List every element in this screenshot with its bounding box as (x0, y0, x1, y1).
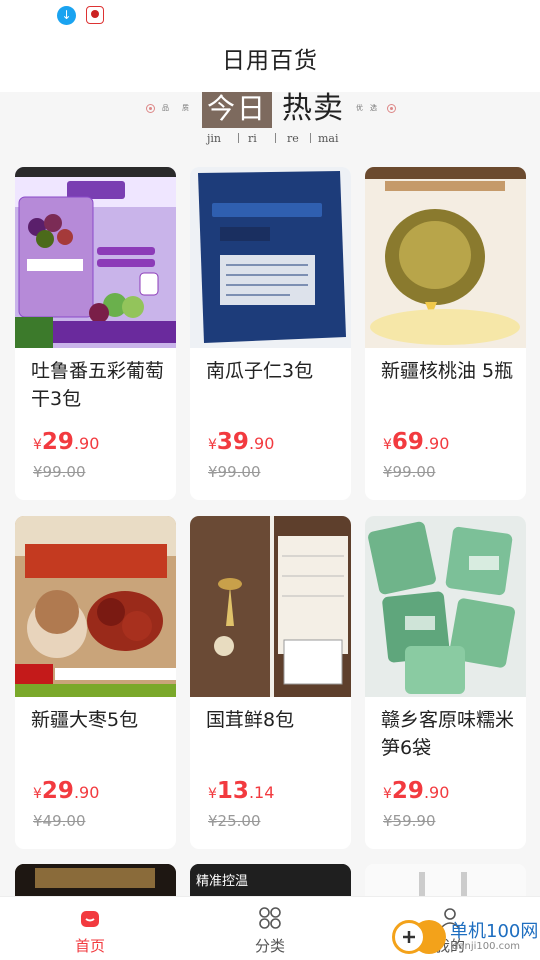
product-price: ¥29.90 (383, 778, 450, 804)
original-price: ¥99.00 (383, 463, 436, 481)
banner-tag: 质 (182, 104, 189, 112)
banner-tag: 优 (356, 104, 363, 112)
product-price: ¥39.90 (208, 429, 275, 455)
original-price: ¥99.00 (33, 463, 86, 481)
original-price: ¥25.00 (208, 812, 261, 830)
original-price: ¥99.00 (208, 463, 261, 481)
banner-remai: 热卖 (282, 91, 344, 126)
product-price: ¥13.14 (208, 778, 275, 804)
product-image (15, 516, 176, 697)
product-card[interactable]: 赣乡客原味糯米笋6袋 ¥29.90 ¥59.90 (365, 516, 526, 849)
product-image-text: 精准控温 (196, 874, 249, 889)
product-title: 南瓜子仁3包 (206, 360, 314, 382)
product-card[interactable]: 新疆大枣5包 ¥29.90 ¥49.00 (15, 516, 176, 849)
banner-pinyin: jin (207, 132, 222, 145)
watermark-name: 单机100网 (450, 921, 539, 942)
product-title: 国茸鲜8包 (206, 709, 295, 731)
app-notification-icon (86, 6, 104, 24)
product-price: ¥29.90 (33, 778, 100, 804)
product-title: 赣乡客原味糯米笋6袋 (381, 709, 515, 759)
tab-home[interactable]: 首页 (30, 897, 150, 960)
banner-tag: 选 (370, 104, 377, 112)
product-title: 新疆核桃油 5瓶 (381, 360, 514, 382)
banner-jinri: 今日 (202, 92, 272, 128)
status-bar: ↓ (0, 0, 540, 34)
watermark-url: danji100.com (452, 941, 520, 952)
page-title: 日用百货 (222, 48, 318, 74)
pinyin-divider (310, 133, 311, 143)
product-title: 新疆大枣5包 (31, 709, 139, 731)
tab-category[interactable]: 分类 (210, 897, 330, 960)
product-image (190, 167, 351, 348)
product-image (365, 167, 526, 348)
hot-sale-banner: 品 质 今日 热卖 优 选 jin ri re mai (0, 92, 540, 154)
product-title: 吐鲁番五彩葡萄干3包 (31, 360, 165, 410)
banner-pinyin: re (287, 132, 299, 145)
banner-tag: 品 (162, 104, 169, 112)
banner-pinyin: ri (248, 132, 257, 145)
decor-dot-right (387, 104, 396, 113)
tab-label: 首页 (74, 937, 105, 955)
product-card[interactable]: 吐鲁番五彩葡萄干3包 ¥29.90 ¥99.00 (15, 167, 176, 500)
product-image (190, 516, 351, 697)
decor-dot-left (146, 104, 155, 113)
tab-label: 分类 (254, 937, 285, 955)
pinyin-divider (275, 133, 276, 143)
product-card[interactable]: 国茸鲜8包 ¥13.14 ¥25.00 (190, 516, 351, 849)
page-header: 日用百货 (0, 34, 540, 92)
product-card[interactable]: 新疆核桃油 5瓶 ¥69.90 ¥99.00 (365, 167, 526, 500)
watermark-plus-icon (392, 920, 426, 954)
original-price: ¥59.90 (383, 812, 436, 830)
product-card[interactable]: 南瓜子仁3包 ¥39.90 ¥99.00 (190, 167, 351, 500)
product-image (15, 167, 176, 348)
pinyin-divider (238, 133, 239, 143)
banner-pinyin: mai (318, 132, 339, 145)
site-watermark: 单机100网 danji100.com (390, 914, 540, 960)
product-price: ¥69.90 (383, 429, 450, 455)
home-icon (81, 911, 99, 927)
grid-icon (259, 907, 281, 929)
download-icon: ↓ (57, 6, 76, 25)
product-image (365, 516, 526, 697)
original-price: ¥49.00 (33, 812, 86, 830)
product-price: ¥29.90 (33, 429, 100, 455)
